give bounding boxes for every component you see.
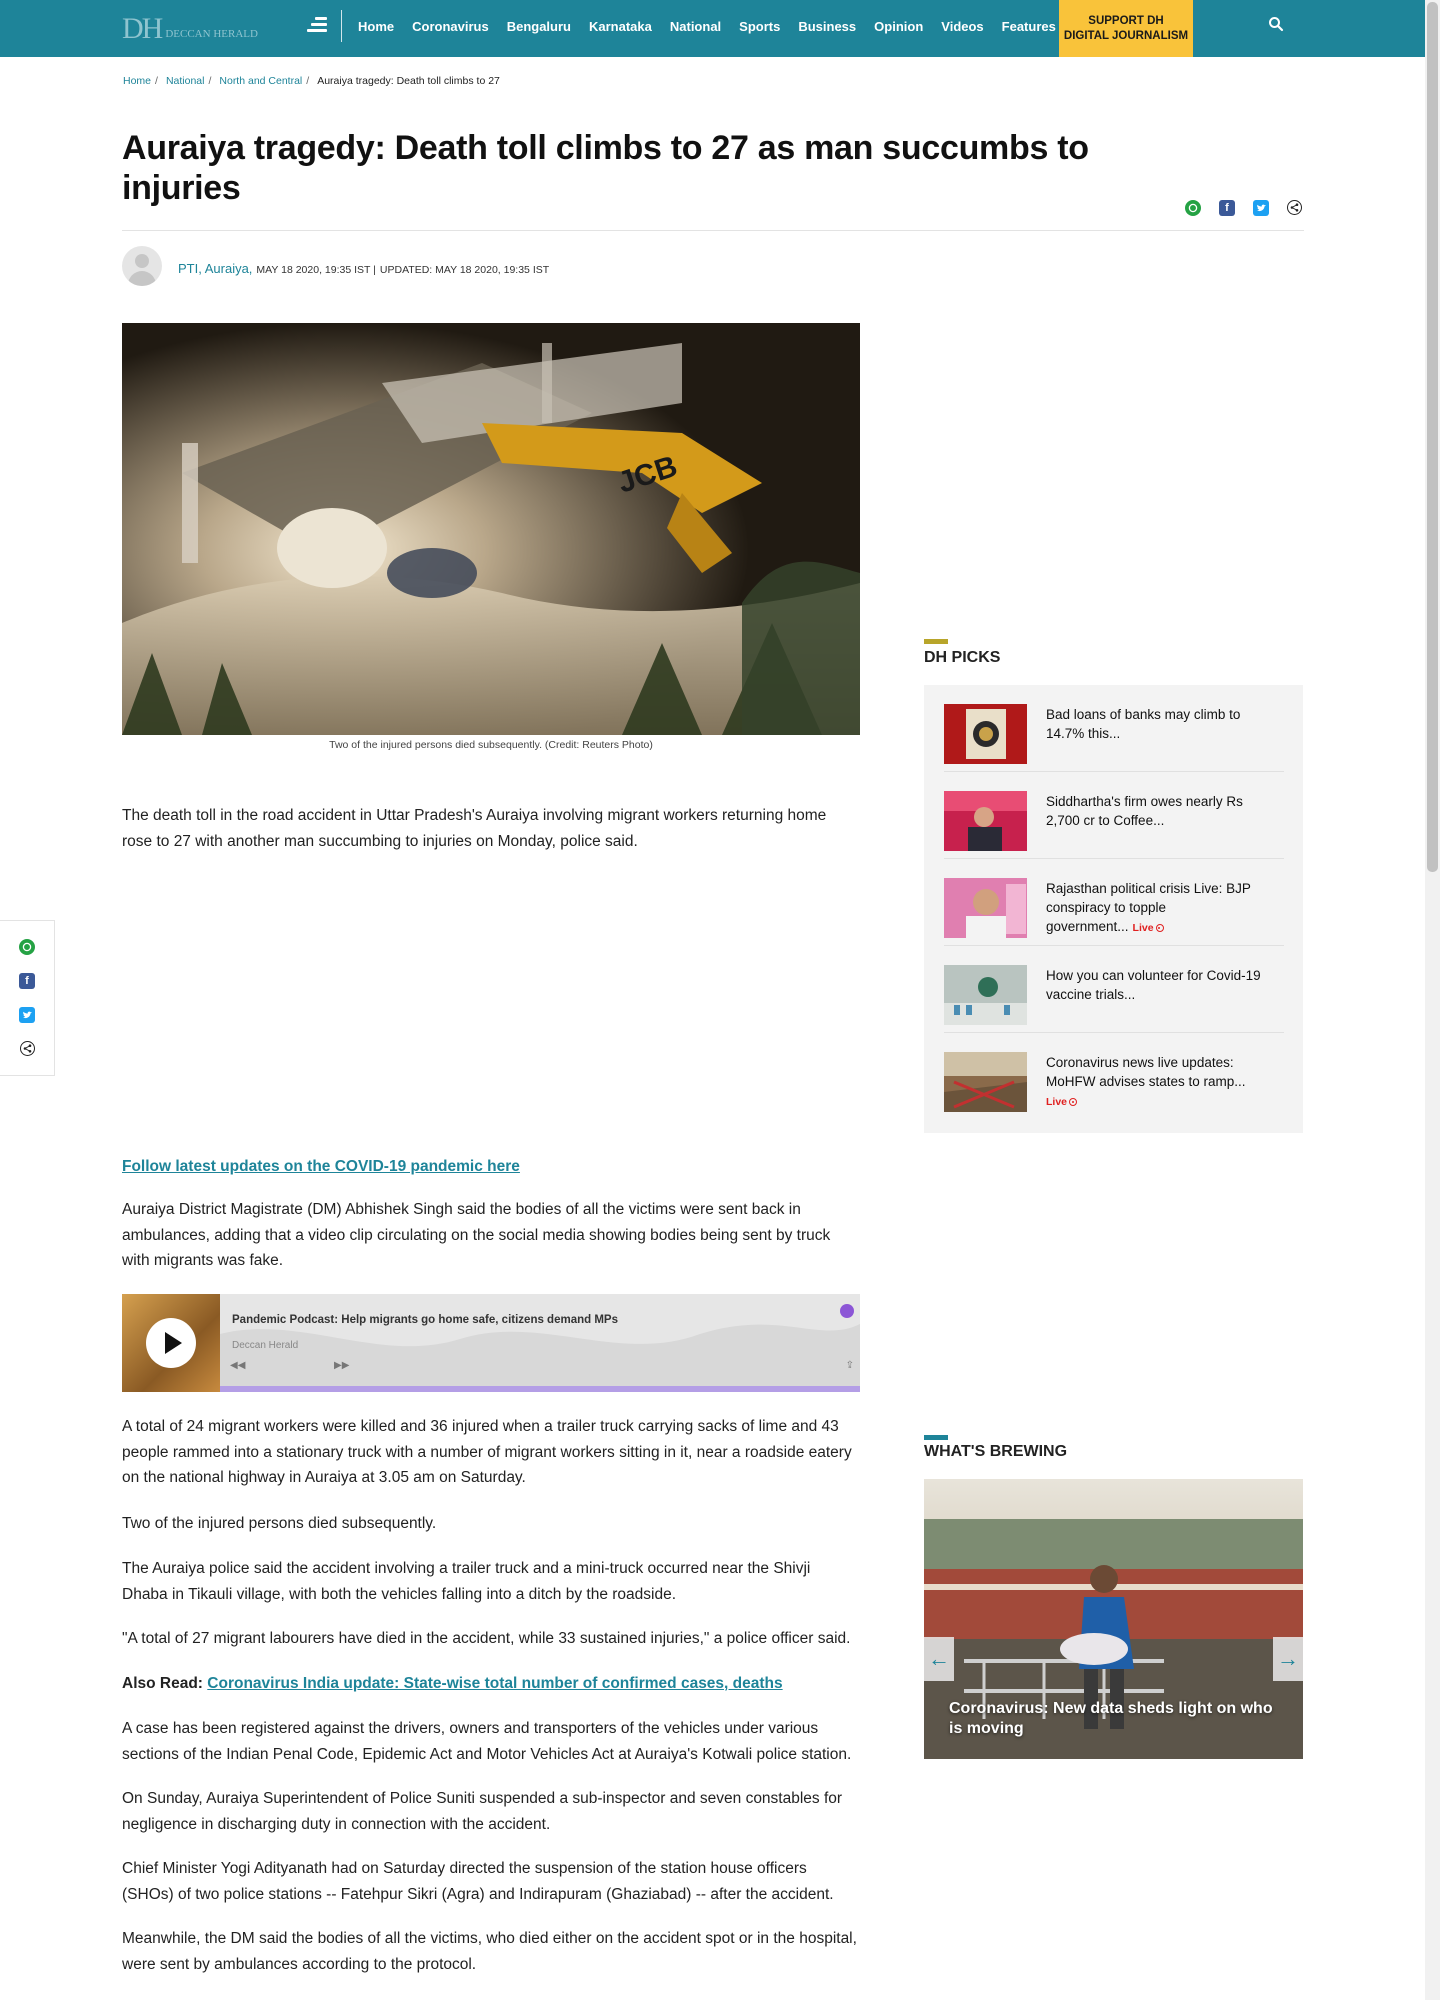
- publish-date: MAY 18 2020, 19:35 IST |: [256, 264, 376, 276]
- nav-link-features[interactable]: Features: [1002, 19, 1056, 34]
- podcast-waveform: [220, 1324, 860, 1386]
- podcast-source: Deccan Herald: [232, 1340, 299, 1351]
- nav-divider: [341, 10, 342, 42]
- nav-link-opinion[interactable]: Opinion: [874, 19, 923, 34]
- deccan-herald-logo[interactable]: DH DECCAN HERALD: [122, 12, 282, 44]
- also-read: Also Read: Coronavirus India update: Sta…: [122, 1671, 860, 1697]
- article-headline: Auraiya tragedy: Death toll climbs to 27…: [122, 129, 1089, 207]
- pick-thumbnail-rajasthan: [944, 878, 1027, 938]
- whatsapp-icon[interactable]: [19, 939, 35, 955]
- share-bar-top: f: [1185, 200, 1302, 216]
- list-item[interactable]: Rajasthan political crisis Live: BJP con…: [944, 859, 1284, 946]
- covid-updates-paragraph: Follow latest updates on the COVID-19 pa…: [122, 1154, 860, 1180]
- pick-thumbnail-coffee: [944, 791, 1027, 851]
- play-button-icon[interactable]: [146, 1318, 196, 1368]
- also-read-link[interactable]: Coronavirus India update: State-wise tot…: [207, 1675, 782, 1692]
- list-item[interactable]: Coronavirus news live updates: MoHFW adv…: [944, 1033, 1284, 1120]
- carousel-next-arrow-icon[interactable]: →: [1273, 1637, 1303, 1681]
- breadcrumb-national[interactable]: National: [166, 75, 205, 87]
- list-item[interactable]: Bad loans of banks may climb to 14.7% th…: [944, 685, 1284, 772]
- whats-brewing-title: WHAT'S BREWING: [924, 1443, 1068, 1460]
- logo-name: DECCAN HERALD: [165, 28, 258, 40]
- twitter-icon[interactable]: [1253, 200, 1269, 216]
- article-paragraph-4: Two of the injured persons died subseque…: [122, 1515, 437, 1532]
- nav-link-business[interactable]: Business: [798, 19, 856, 34]
- article-paragraph-9: Chief Minister Yogi Adityanath had on Sa…: [122, 1860, 834, 1903]
- podcast-progress-bar[interactable]: [220, 1386, 860, 1392]
- pick-title[interactable]: How you can volunteer for Covid-19 vacci…: [1046, 966, 1278, 1004]
- headline-divider: [122, 230, 1304, 231]
- support-line-1: SUPPORT DH: [1088, 14, 1164, 27]
- hero-image: JCB: [122, 323, 860, 735]
- podcast-player: Pandemic Podcast: Help migrants go home …: [122, 1294, 860, 1392]
- live-badge: Live: [1046, 1096, 1078, 1108]
- podcast-badge-icon: [840, 1304, 854, 1318]
- article-paragraph-2: Auraiya District Magistrate (DM) Abhishe…: [122, 1201, 831, 1269]
- pick-title[interactable]: Rajasthan political crisis Live: BJP con…: [1046, 879, 1278, 938]
- dh-picks-title: DH PICKS: [924, 649, 1001, 666]
- logo-mark: DH: [122, 12, 163, 45]
- podcast-title: Pandemic Podcast: Help migrants go home …: [232, 1314, 618, 1326]
- support-line-2: DIGITAL JOURNALISM: [1063, 29, 1189, 42]
- pick-thumbnail-vaccine: [944, 965, 1027, 1025]
- pick-title[interactable]: Coronavirus news live updates: MoHFW adv…: [1046, 1053, 1278, 1112]
- nav-link-bengaluru[interactable]: Bengaluru: [507, 19, 571, 34]
- pick-thumbnail-rbi: [944, 704, 1027, 764]
- nav-link-videos[interactable]: Videos: [941, 19, 983, 34]
- floating-share-bar: f: [0, 920, 55, 1076]
- brewing-caption[interactable]: Coronavirus: New data sheds light on who…: [949, 1699, 1289, 1739]
- article-paragraph-5: The Auraiya police said the accident inv…: [122, 1560, 811, 1603]
- twitter-icon[interactable]: [19, 1007, 35, 1023]
- list-item[interactable]: How you can volunteer for Covid-19 vacci…: [944, 946, 1284, 1033]
- breadcrumb-north-central[interactable]: North and Central: [219, 75, 302, 87]
- nav-link-coronavirus[interactable]: Coronavirus: [412, 19, 489, 34]
- pick-title[interactable]: Siddhartha's firm owes nearly Rs 2,700 c…: [1046, 792, 1278, 830]
- nav-link-karnataka[interactable]: Karnataka: [589, 19, 652, 34]
- live-badge: Live: [1133, 922, 1164, 934]
- article-paragraph-1: The death toll in the road accident in U…: [122, 807, 827, 850]
- nav-link-sports[interactable]: Sports: [739, 19, 780, 34]
- covid-updates-link[interactable]: Follow latest updates on the COVID-19 pa…: [122, 1158, 520, 1175]
- hamburger-menu-icon[interactable]: [307, 17, 327, 35]
- article-paragraph-8: On Sunday, Auraiya Superintendent of Pol…: [122, 1790, 843, 1833]
- article-paragraph-6: "A total of 27 migrant labourers have di…: [122, 1630, 851, 1647]
- support-dh-button[interactable]: SUPPORT DH DIGITAL JOURNALISM: [1059, 0, 1193, 57]
- byline: PTI, Auraiya, MAY 18 2020, 19:35 IST | U…: [178, 261, 549, 276]
- scrollbar-thumb[interactable]: [1427, 2, 1438, 872]
- list-item[interactable]: Siddhartha's firm owes nearly Rs 2,700 c…: [944, 772, 1284, 859]
- carousel-prev-arrow-icon[interactable]: ←: [924, 1637, 954, 1681]
- author-name[interactable]: PTI, Auraiya,: [178, 261, 252, 276]
- top-navigation-bar: DH DECCAN HERALD Home Coronavirus Bengal…: [0, 0, 1425, 57]
- article-paragraph-7: A case has been registered against the d…: [122, 1720, 852, 1763]
- hero-image-illustration: JCB: [122, 323, 860, 735]
- updated-date: UPDATED: MAY 18 2020, 19:35 IST: [379, 264, 550, 276]
- article-paragraph-3: A total of 24 migrant workers were kille…: [122, 1418, 852, 1486]
- facebook-icon[interactable]: f: [19, 973, 35, 989]
- pick-thumbnail-coronavirus: [944, 1052, 1027, 1112]
- dh-picks-accent: [924, 639, 948, 644]
- breadcrumb-home[interactable]: Home: [123, 75, 151, 87]
- search-icon[interactable]: [1268, 16, 1284, 32]
- dh-picks-list: Bad loans of banks may climb to 14.7% th…: [924, 685, 1303, 1133]
- share-icon[interactable]: [1287, 200, 1302, 215]
- whats-brewing-accent: [924, 1435, 948, 1440]
- pick-title[interactable]: Bad loans of banks may climb to 14.7% th…: [1046, 705, 1278, 743]
- podcast-share-icon[interactable]: ⇪: [846, 1360, 854, 1371]
- whatsapp-icon[interactable]: [1185, 200, 1201, 216]
- share-icon[interactable]: [19, 1041, 35, 1056]
- whats-brewing-carousel[interactable]: ← → Coronavirus: New data sheds light on…: [924, 1479, 1303, 1759]
- author-avatar: [122, 246, 162, 286]
- nav-link-home[interactable]: Home: [358, 19, 394, 34]
- also-read-label: Also Read:: [122, 1675, 203, 1692]
- breadcrumb-current: Auraiya tragedy: Death toll climbs to 27: [317, 75, 500, 87]
- facebook-icon[interactable]: f: [1219, 200, 1235, 216]
- nav-link-national[interactable]: National: [670, 19, 721, 34]
- breadcrumb: Home / National / North and Central / Aurai…: [123, 75, 500, 87]
- article-paragraph-10: Meanwhile, the DM said the bodies of all…: [122, 1930, 857, 1973]
- hero-image-caption: Two of the injured persons died subseque…: [329, 739, 653, 751]
- main-nav-links: Home Coronavirus Bengaluru Karnataka Nat…: [358, 0, 1074, 52]
- page-scrollbar[interactable]: [1425, 0, 1440, 2000]
- rewind-icon[interactable]: ◀◀: [230, 1360, 245, 1371]
- forward-icon[interactable]: ▶▶: [334, 1360, 349, 1371]
